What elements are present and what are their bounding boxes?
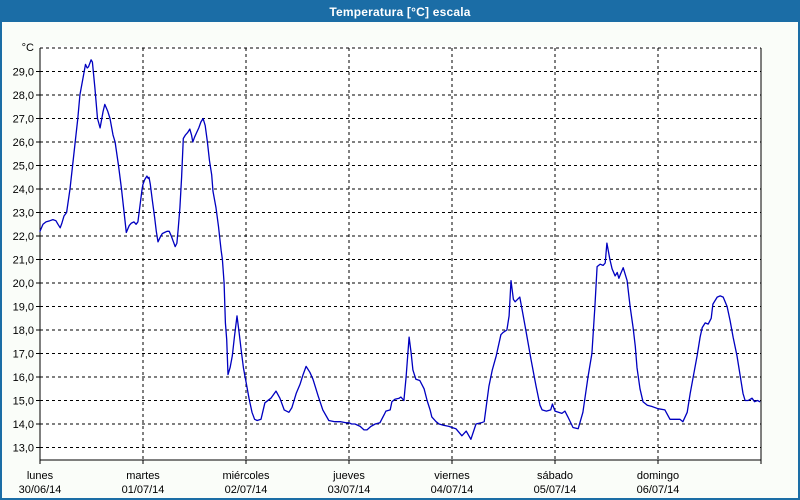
y-axis-unit-label: °C	[22, 42, 34, 54]
chart-content-area: 29,0 28,0 27,0 26,0 25,0 24,0 23,0 22,0 21,0 20,0…	[2, 22, 798, 498]
y-tick-label: 18,0	[13, 325, 34, 337]
x-day-label: martes	[126, 470, 160, 482]
y-tick-label: 29,0	[13, 67, 34, 79]
y-tick-label: 22,0	[13, 231, 34, 243]
y-tick-label: 15,0	[13, 396, 34, 408]
x-date-label: 01/07/14	[122, 484, 165, 496]
y-tick-label: 16,0	[13, 372, 34, 384]
y-tick-label: 20,0	[13, 278, 34, 290]
x-date-label: 02/07/14	[225, 484, 268, 496]
x-day-label: sábado	[537, 470, 573, 482]
y-tick-label: 27,0	[13, 114, 34, 126]
x-day-label: jueves	[332, 470, 365, 482]
y-tick-label: 25,0	[13, 161, 34, 173]
x-day-label: miércoles	[222, 470, 270, 482]
window-title: Temperatura [°C] escala	[329, 5, 470, 19]
x-day-label: lunes	[27, 470, 54, 482]
x-day-label: domingo	[637, 470, 679, 482]
y-tick-label: 26,0	[13, 137, 34, 149]
window-titlebar: Temperatura [°C] escala	[2, 2, 798, 22]
y-tick-label: 19,0	[13, 302, 34, 314]
y-tick-label: 14,0	[13, 419, 34, 431]
x-date-label: 06/07/14	[637, 484, 680, 496]
y-tick-label: 28,0	[13, 90, 34, 102]
x-date-label: 05/07/14	[534, 484, 577, 496]
y-tick-label: 13,0	[13, 443, 34, 455]
y-tick-label: 17,0	[13, 349, 34, 361]
y-tick-label: 21,0	[13, 255, 34, 267]
y-tick-label: 23,0	[13, 208, 34, 220]
chart-window: Temperatura [°C] escala 29,0 28,0 27,0 26,0…	[0, 0, 800, 500]
x-date-label: 30/06/14	[19, 484, 62, 496]
x-date-label: 03/07/14	[328, 484, 371, 496]
x-date-label: 04/07/14	[431, 484, 474, 496]
y-tick-label: 24,0	[13, 184, 34, 196]
temperature-chart: 29,0 28,0 27,0 26,0 25,0 24,0 23,0 22,0 21,0 20,0…	[2, 22, 798, 498]
x-day-label: viernes	[434, 470, 470, 482]
